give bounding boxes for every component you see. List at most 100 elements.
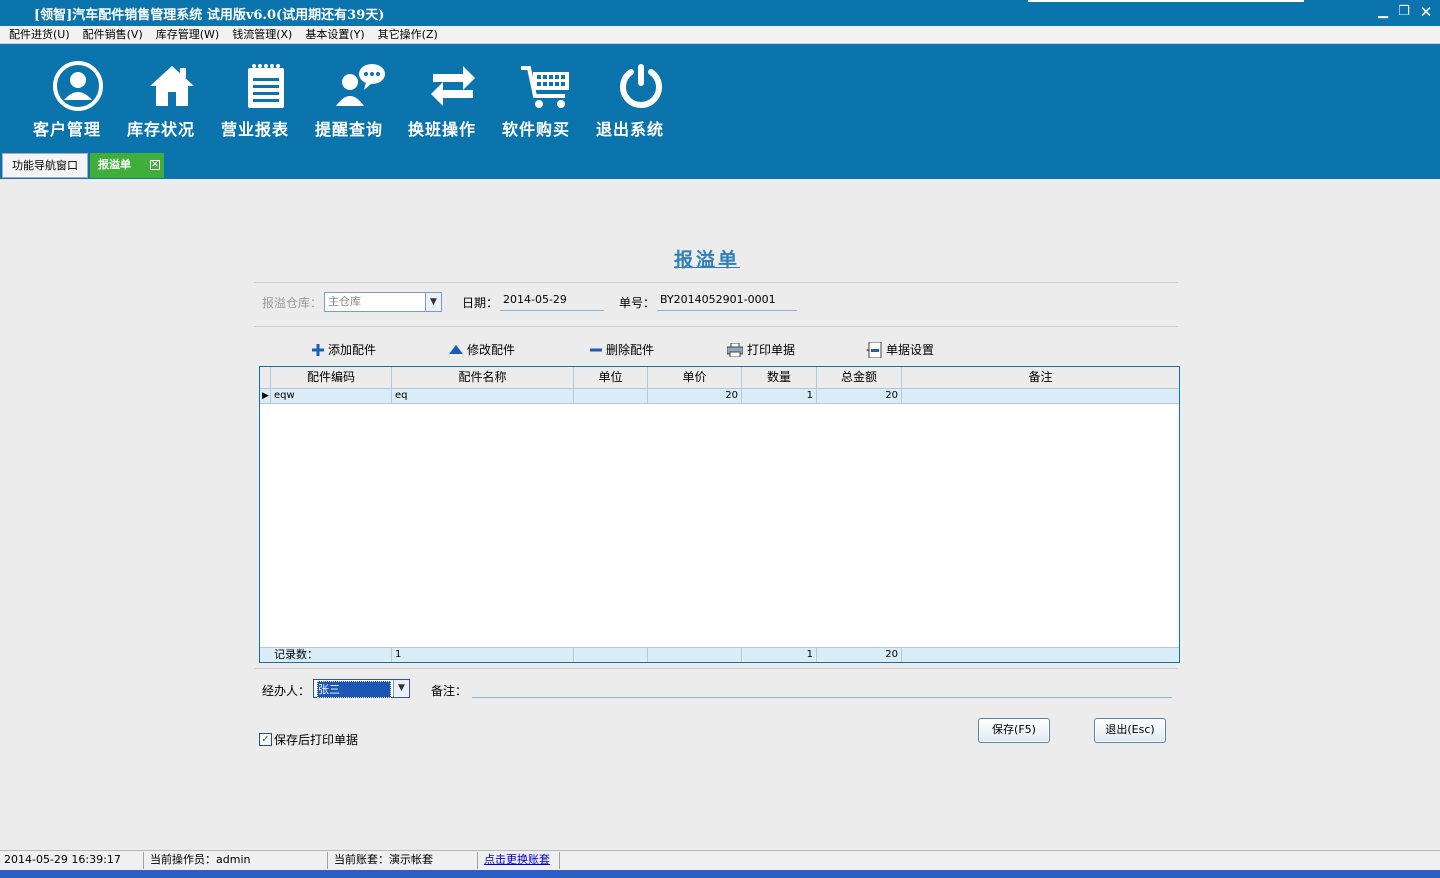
menu-item-cashflow[interactable]: 钱流管理(X) [232,26,292,43]
status-operator: 当前操作员：admin [146,852,328,869]
col-note[interactable]: 备注 [902,367,1179,388]
date-label: 日期： [462,296,499,310]
cart-icon [502,58,592,114]
chevron-down-icon: ▼ [425,293,441,311]
cell-price[interactable]: 20 [648,389,742,403]
col-qty[interactable]: 数量 [742,367,817,388]
menu-item-settings[interactable]: 基本设置(Y) [305,26,364,43]
delete-part-label: 删除配件 [606,343,655,357]
reminder-query-button[interactable]: 提醒查询 [315,58,405,139]
main-toolbar: 客户管理 库存状况 营业报表 提醒查询 换班操作 软件购买 退出系统 [0,44,1440,152]
warehouse-select[interactable]: 主仓库 ▼ [324,292,442,312]
col-name[interactable]: 配件名称 [392,367,574,388]
note-field[interactable] [472,681,1172,698]
menu-item-inventory[interactable]: 库存管理(W) [156,26,219,43]
power-icon [596,58,686,114]
tab-navigation[interactable]: 功能导航窗口 [2,153,88,178]
user-icon [33,58,123,114]
document-settings-label: 单据设置 [886,343,935,357]
settings-doc-icon [866,341,882,358]
footer-price [648,648,742,662]
footer-count: 1 [392,648,574,662]
toolbar-label: 营业报表 [221,120,290,139]
cell-note[interactable] [902,389,1179,403]
footer-record-label: 记录数： [271,648,392,662]
cell-total[interactable]: 20 [817,389,902,403]
notepad-icon [221,58,311,114]
close-button[interactable]: ✕ [1417,3,1435,21]
shift-change-button[interactable]: 换班操作 [408,58,498,139]
business-report-button[interactable]: 营业报表 [221,58,311,139]
save-button[interactable]: 保存(F5) [978,718,1050,743]
col-total[interactable]: 总金额 [817,367,902,388]
parts-grid: 配件编码 配件名称 单位 单价 数量 总金额 备注 ▶ eqw eq 20 1 … [259,366,1180,663]
warehouse-label: 报溢仓库： [262,296,323,310]
add-part-button[interactable]: 添加配件 [312,341,376,358]
order-no-label: 单号： [619,296,656,310]
col-price[interactable]: 单价 [648,367,742,388]
os-taskbar [0,870,1440,878]
form-title: 报溢单 [674,249,741,271]
status-account: 当前账套：演示帐套 [330,852,478,869]
menu-item-purchase[interactable]: 配件进货(U) [9,26,70,43]
footer-unit [574,648,648,662]
toolbar-label: 库存状况 [127,120,196,139]
grid-header: 配件编码 配件名称 单位 单价 数量 总金额 备注 [260,367,1179,389]
handler-select[interactable]: 张三 ▼ [313,679,410,698]
tab-close-icon[interactable]: ✕ [150,160,160,170]
date-field[interactable]: 2014-05-29 [500,293,604,311]
status-bar: 2014-05-29 16:39:17 当前操作员：admin 当前账套：演示帐… [0,850,1440,870]
status-datetime: 2014-05-29 16:39:17 [0,852,144,869]
menu-item-other[interactable]: 其它操作(Z) [378,26,438,43]
print-after-save-label: 保存后打印单据 [274,733,359,747]
divider [254,326,1178,327]
software-purchase-button[interactable]: 软件购买 [502,58,592,139]
printer-icon [727,342,743,357]
divider [254,282,1178,283]
exchange-icon [408,58,498,114]
stock-status-button[interactable]: 库存状况 [127,58,217,139]
chat-user-icon [315,58,405,114]
cell-name[interactable]: eq [392,389,574,403]
print-document-button[interactable]: 打印单据 [727,341,795,358]
chevron-down-icon: ▼ [393,680,409,697]
customer-manage-button[interactable]: 客户管理 [33,58,123,139]
tab-bar: 功能导航窗口 报溢单 ✕ [0,152,1440,179]
delete-part-button[interactable]: 删除配件 [590,341,654,358]
toolbar-label: 换班操作 [408,120,477,139]
cell-unit[interactable] [574,389,648,403]
row-pointer-icon: ▶ [260,389,271,403]
handler-value: 张三 [317,681,391,698]
switch-account-link[interactable]: 点击更换账套 [480,852,560,869]
toolbar-label: 客户管理 [33,120,102,139]
edit-part-button[interactable]: 修改配件 [449,341,515,358]
exit-system-button[interactable]: 退出系统 [596,58,686,139]
document-settings-button[interactable]: 单据设置 [866,341,934,358]
footer-total: 20 [817,648,902,662]
warehouse-value: 主仓库 [328,295,361,308]
footer-note [902,648,1179,662]
toolbar-label: 软件购买 [502,120,571,139]
tab-label: 报溢单 [98,158,131,171]
handler-label: 经办人： [262,684,311,698]
row-indicator-header [260,367,271,388]
cell-code[interactable]: eqw [271,389,392,403]
title-bar-highlight [1028,0,1304,2]
grid-footer: 记录数： 1 1 20 [260,647,1179,662]
print-after-save-checkbox[interactable]: ✓ 保存后打印单据 [259,731,358,748]
table-row[interactable]: ▶ eqw eq 20 1 20 [260,389,1179,404]
tab-overflow-form[interactable]: 报溢单 ✕ [90,153,164,178]
restore-button[interactable]: ❐ [1395,3,1413,21]
col-code[interactable]: 配件编码 [271,367,392,388]
edit-part-label: 修改配件 [467,343,516,357]
menu-item-sales[interactable]: 配件销售(V) [83,26,143,43]
cell-qty[interactable]: 1 [742,389,817,403]
toolbar-label: 退出系统 [596,120,665,139]
menu-bar: 配件进货(U) 配件销售(V) 库存管理(W) 钱流管理(X) 基本设置(Y) 其它操作(… [0,26,1440,44]
house-icon [127,58,217,114]
col-unit[interactable]: 单位 [574,367,648,388]
order-no-field[interactable]: BY2014052901-0001 [657,293,797,311]
note-label: 备注： [431,684,468,698]
exit-button[interactable]: 退出(Esc) [1094,718,1166,743]
minimize-button[interactable]: ▁ [1374,3,1392,21]
